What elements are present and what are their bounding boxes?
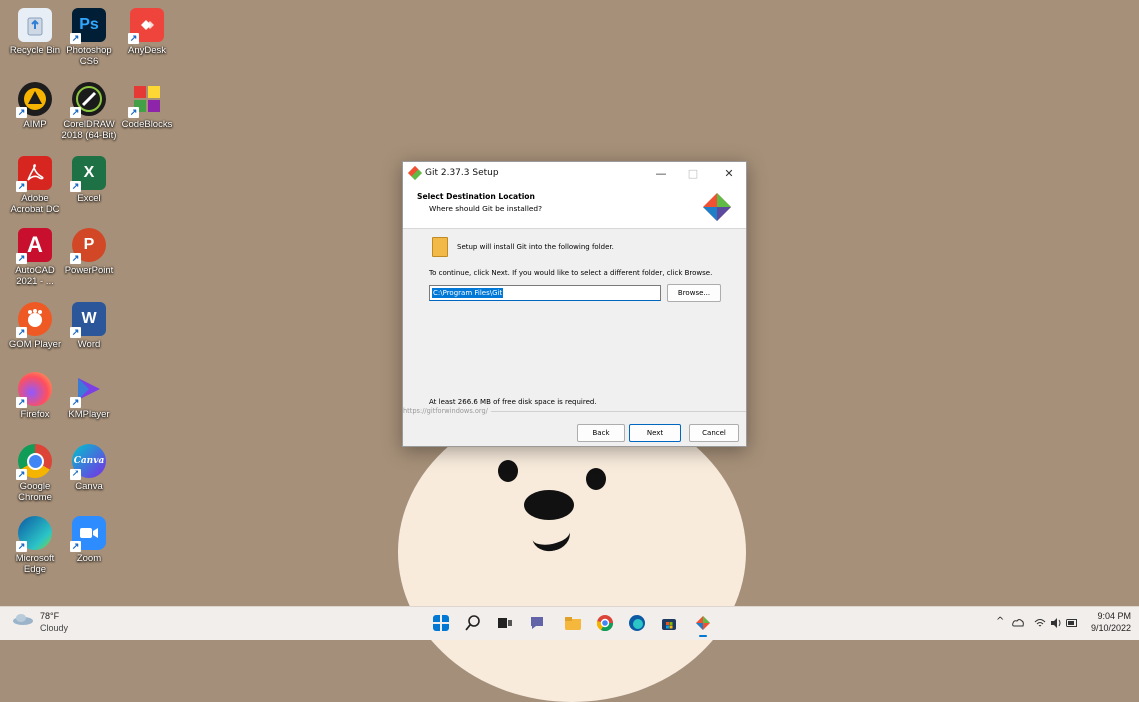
file-explorer-icon[interactable] xyxy=(565,615,581,631)
desktop-icon-photoshop[interactable]: Ps ↗ Photoshop CS6 xyxy=(58,8,120,67)
maximize-button[interactable]: □ xyxy=(680,164,706,184)
desktop-icon-excel[interactable]: X ↗ Excel xyxy=(58,156,120,204)
desktop-icon-kmplayer[interactable]: ↗ KMPlayer xyxy=(58,372,120,420)
next-button[interactable]: Next xyxy=(629,424,681,442)
git-logo-icon xyxy=(703,193,731,221)
store-icon[interactable] xyxy=(661,615,677,631)
desktop-icon-aimp[interactable]: ↗ AIMP xyxy=(4,82,66,130)
destination-path-input[interactable]: C:\Program Files\Git xyxy=(429,285,661,301)
aimp-icon: ↗ xyxy=(16,82,52,118)
anydesk-icon: ↗ xyxy=(128,8,164,44)
wallpaper-bear xyxy=(398,402,746,702)
codeblocks-icon: ↗ xyxy=(128,82,164,118)
cancel-button[interactable]: Cancel xyxy=(689,424,739,442)
back-button[interactable]: Back xyxy=(577,424,625,442)
start-icon[interactable] xyxy=(433,615,449,631)
canva-icon: Canva ↗ xyxy=(70,444,106,480)
project-url[interactable]: https://gitforwindows.org/ xyxy=(403,407,491,415)
tray-overflow-chevron-icon[interactable]: ^ xyxy=(996,616,1004,627)
battery-icon[interactable] xyxy=(1066,618,1078,628)
bear-left-eye xyxy=(498,460,518,482)
window-title: Git 2.37.3 Setup xyxy=(425,168,499,178)
desktop-icon-codeblocks[interactable]: ↗ CodeBlocks xyxy=(116,82,178,130)
desktop-icon-gom-player[interactable]: ↗ GOM Player xyxy=(4,302,66,350)
clock-time: 9:04 PM xyxy=(1097,611,1131,621)
chat-icon[interactable] xyxy=(529,615,545,631)
desktop-icon-coreldraw[interactable]: ↗ CorelDRAW 2018 (64-Bit) xyxy=(58,82,120,141)
page-subheading: Where should Git be installed? xyxy=(429,204,543,213)
desktop-icon-acrobat[interactable]: ↗ Adobe Acrobat DC xyxy=(4,156,66,215)
git-setup-window: Git 2.37.3 Setup — □ ✕ Select Destinatio… xyxy=(402,161,747,447)
instructions-text: To continue, click Next. If you would li… xyxy=(429,269,713,277)
desktop-icon-word[interactable]: W ↗ Word xyxy=(58,302,120,350)
acrobat-icon: ↗ xyxy=(16,156,52,192)
desktop-icon-canva[interactable]: Canva ↗ Canva xyxy=(58,444,120,492)
chrome-icon[interactable] xyxy=(597,615,613,631)
excel-icon: X ↗ xyxy=(70,156,106,192)
desktop-icon-anydesk[interactable]: ↗ AnyDesk xyxy=(116,8,178,56)
gom-player-icon: ↗ xyxy=(16,302,52,338)
minimize-button[interactable]: — xyxy=(648,164,674,184)
weather-temp: 78°F xyxy=(40,611,60,621)
autocad-icon: A ↗ xyxy=(16,228,52,264)
active-app-indicator xyxy=(699,635,707,637)
weather-condition: Cloudy xyxy=(40,623,69,633)
clock-date: 9/10/2022 xyxy=(1090,623,1131,633)
title-bar[interactable]: Git 2.37.3 Setup — □ ✕ xyxy=(403,162,746,186)
desktop-icon-powerpoint[interactable]: P ↗ PowerPoint xyxy=(58,228,120,276)
zoom-icon: ↗ xyxy=(70,516,106,552)
kmplayer-icon: ↗ xyxy=(70,372,106,408)
desktop-icon-recycle-bin[interactable]: Recycle Bin xyxy=(4,8,66,56)
desktop: Recycle Bin Ps ↗ Photoshop CS6 ↗ AnyDesk … xyxy=(0,0,1139,702)
desktop-icon-autocad[interactable]: A ↗ AutoCAD 2021 - ... xyxy=(4,228,66,287)
desktop-icon-zoom[interactable]: ↗ Zoom xyxy=(58,516,120,564)
destination-path-value: C:\Program Files\Git xyxy=(432,288,504,298)
folder-icon xyxy=(432,237,448,257)
desktop-icon-edge[interactable]: ↗ Microsoft Edge xyxy=(4,516,66,575)
word-icon: W ↗ xyxy=(70,302,106,338)
desktop-icon-chrome[interactable]: ↗ Google Chrome xyxy=(4,444,66,503)
desktop-icon-firefox[interactable]: ↗ Firefox xyxy=(4,372,66,420)
task-view-icon[interactable] xyxy=(497,615,513,631)
photoshop-icon: Ps ↗ xyxy=(70,8,106,44)
cloud-icon xyxy=(13,614,33,625)
recycle-bin-icon xyxy=(18,8,52,42)
firefox-icon: ↗ xyxy=(16,372,52,408)
wizard-header: Select Destination Location Where should… xyxy=(403,186,746,229)
edge-icon[interactable] xyxy=(629,615,645,631)
browse-button[interactable]: Browse... xyxy=(667,284,721,302)
bear-nose xyxy=(524,490,574,520)
volume-icon[interactable] xyxy=(1050,617,1062,629)
taskbar: 78°F Cloudy ^ 9:04 PM 9/10/2022 xyxy=(0,606,1139,640)
onedrive-icon[interactable] xyxy=(1012,617,1024,629)
intro-text: Setup will install Git into the followin… xyxy=(457,243,614,251)
chrome-icon: ↗ xyxy=(16,444,52,480)
bear-mouth xyxy=(529,516,573,555)
search-icon[interactable] xyxy=(465,615,481,631)
page-heading: Select Destination Location xyxy=(417,192,535,201)
clock[interactable]: 9:04 PM 9/10/2022 xyxy=(1091,610,1131,634)
git-logo-icon xyxy=(407,165,423,181)
wifi-icon[interactable] xyxy=(1034,617,1046,629)
bear-right-eye xyxy=(586,468,606,490)
git-setup-icon[interactable] xyxy=(695,615,711,631)
close-button[interactable]: ✕ xyxy=(716,164,742,184)
disk-space-text: At least 266.6 MB of free disk space is … xyxy=(429,398,597,406)
coreldraw-icon: ↗ xyxy=(70,82,106,118)
edge-icon: ↗ xyxy=(16,516,52,552)
powerpoint-icon: P ↗ xyxy=(70,228,106,264)
